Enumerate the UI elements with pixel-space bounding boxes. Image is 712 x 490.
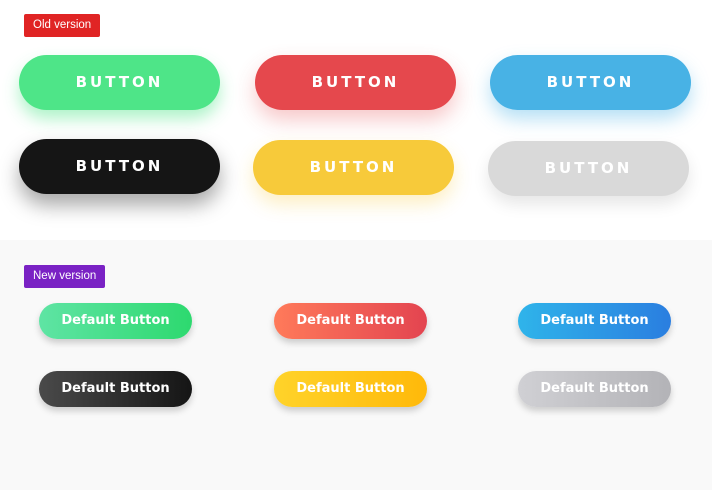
- old-green-button[interactable]: BUTTON: [19, 55, 220, 110]
- new-version-section: New version Default Button Default Butto…: [0, 240, 712, 490]
- old-blue-button[interactable]: BUTTON: [490, 55, 691, 110]
- old-yellow-button[interactable]: BUTTON: [253, 140, 454, 195]
- old-version-badge: Old version: [24, 14, 101, 37]
- old-red-button[interactable]: BUTTON: [255, 55, 456, 110]
- old-version-section: Old version BUTTON BUTTON BUTTON BUTTON …: [0, 0, 712, 240]
- new-green-button[interactable]: Default Button: [39, 303, 192, 339]
- new-gray-button[interactable]: Default Button: [518, 371, 671, 407]
- new-blue-button[interactable]: Default Button: [518, 303, 671, 339]
- new-black-button[interactable]: Default Button: [39, 371, 192, 407]
- old-black-button[interactable]: BUTTON: [19, 139, 220, 194]
- old-gray-button[interactable]: BUTTON: [488, 141, 689, 196]
- new-version-badge: New version: [24, 265, 106, 288]
- new-yellow-button[interactable]: Default Button: [274, 371, 427, 407]
- new-red-button[interactable]: Default Button: [274, 303, 427, 339]
